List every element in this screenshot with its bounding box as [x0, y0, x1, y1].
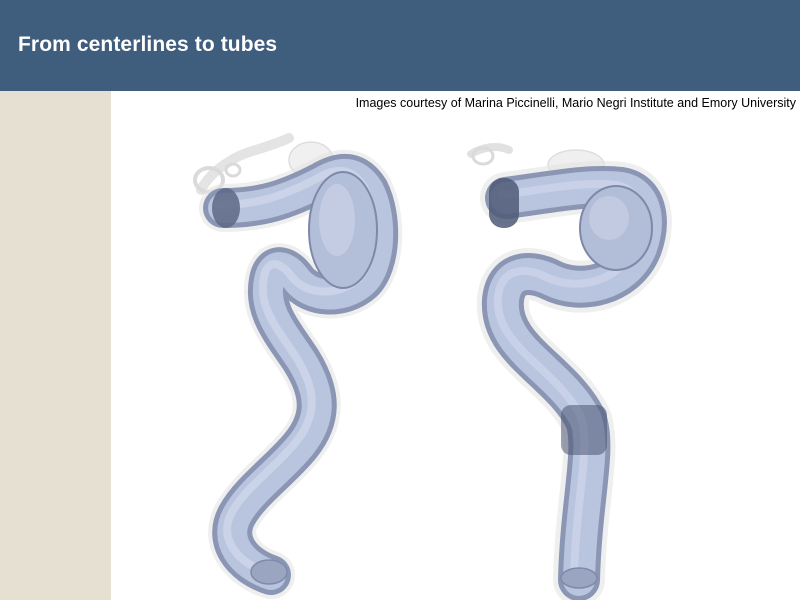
slide: From centerlines to tubes Images courtes… — [0, 0, 800, 600]
left-vessel-render — [193, 133, 403, 599]
vessel-figure-svg — [193, 133, 672, 600]
image-credit: Images courtesy of Marina Piccinelli, Ma… — [355, 96, 796, 110]
title-bar: From centerlines to tubes — [0, 0, 800, 91]
left-sidebar-band — [0, 91, 111, 600]
slide-title: From centerlines to tubes — [18, 33, 278, 56]
right-vessel-render — [467, 143, 672, 600]
vessel-figure — [111, 120, 800, 600]
